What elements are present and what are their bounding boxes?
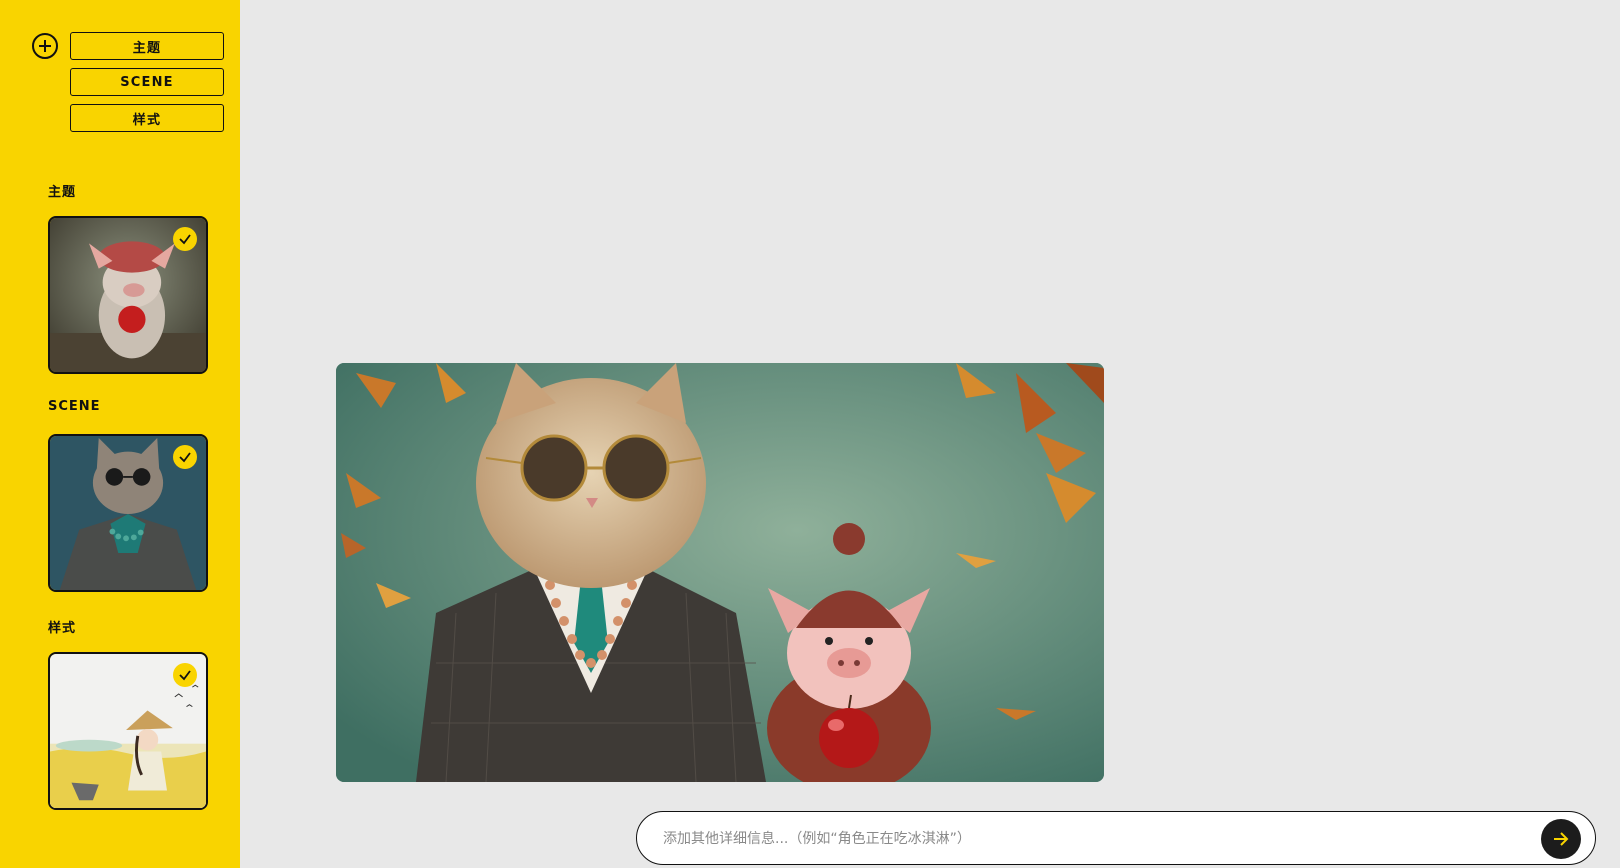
- tab-scene-label: SCENE: [120, 74, 174, 90]
- selected-check: [173, 663, 197, 687]
- selected-check: [173, 445, 197, 469]
- style-thumbnail[interactable]: [48, 652, 208, 810]
- section-label-scene: SCENE: [48, 399, 101, 414]
- prompt-input[interactable]: [661, 812, 1525, 865]
- send-button[interactable]: [1541, 819, 1581, 859]
- scene-thumbnail[interactable]: [48, 434, 208, 592]
- tab-theme-label: 主题: [132, 40, 162, 56]
- prompt-bar: [636, 811, 1596, 865]
- tab-scene[interactable]: SCENE: [70, 68, 224, 96]
- checkmark-icon: [179, 234, 191, 245]
- plus-circle-icon: [39, 40, 51, 52]
- checkmark-icon: [179, 670, 191, 681]
- tab-theme[interactable]: 主题: [70, 32, 224, 60]
- app-root: 主题 SCENE 样式 主题 SCENE 样式 添加其他详细信息...（例如“角…: [0, 0, 1620, 868]
- section-label-style: 样式: [48, 621, 77, 636]
- tab-style-label: 样式: [132, 112, 162, 128]
- generated-image-preview: [336, 363, 1104, 782]
- checkmark-icon: [179, 452, 191, 463]
- section-label-theme: 主题: [48, 185, 77, 200]
- add-button[interactable]: [32, 33, 58, 59]
- theme-thumbnail[interactable]: [48, 216, 208, 374]
- selected-check: [173, 227, 197, 251]
- sidebar: 主题 SCENE 样式 主题 SCENE 样式: [0, 0, 240, 868]
- arrow-right-icon: [1554, 832, 1569, 846]
- tab-style[interactable]: 样式: [70, 104, 224, 132]
- cat-and-pig-image: [336, 363, 1104, 782]
